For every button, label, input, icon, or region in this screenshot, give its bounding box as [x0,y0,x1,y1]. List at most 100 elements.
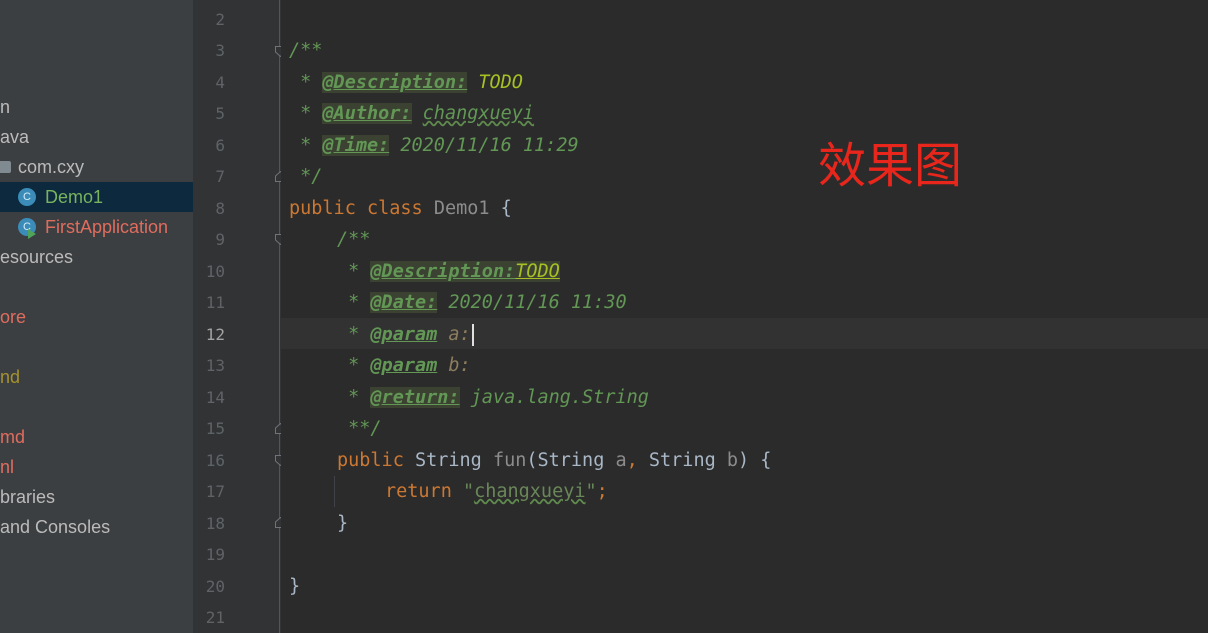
line-number-current: 12 [205,325,225,344]
tree-item-label: nl [0,457,15,477]
tree-item-label: ore [0,307,27,327]
tree-item-label: com.cxy [18,157,85,177]
keyword-public: public [289,198,356,219]
open-brace: { [489,198,512,219]
type-string: String [648,450,716,471]
tree-item-first-application[interactable]: C FirstApplication [0,212,193,242]
code-line: /** [289,35,322,66]
doc-tag-description: @Description: [370,261,516,282]
code-line: * @Description:TODO [337,256,560,287]
tree-item-label: and Consoles [0,517,111,537]
paren-open: ( [526,450,538,471]
tree-item-label: braries [0,487,56,507]
tree-item-label: ava [0,127,30,147]
annotation-label: 效果图 [818,138,963,194]
line-number: 10 [205,262,225,281]
doc-comment-open: /** [289,40,323,61]
run-badge-icon [28,229,36,239]
gutter-separator [279,0,280,633]
line-number: 9 [215,230,225,249]
tree-item-scratches[interactable]: and Consoles [0,512,193,542]
doc-star: * [337,355,371,376]
doc-param-b: b: [437,355,471,376]
string-quote: " [462,481,475,502]
code-line: * @param b: [337,350,471,381]
doc-star: * [337,324,371,345]
tree-item-label: esources [0,247,74,267]
tree-item-demo1[interactable]: C Demo1 [0,182,193,212]
doc-param-a: a: [437,324,471,345]
line-number: 7 [215,167,225,186]
line-number: 4 [215,73,225,92]
tree-item-label: Demo1 [45,187,104,207]
doc-star: * [337,261,371,282]
tree-item[interactable]: esources [0,242,193,272]
doc-date-value: 2020/11/16 11:30 [437,292,627,313]
tree-item[interactable]: md [0,422,193,452]
ide-window: n ava com.cxy C Demo1 C FirstApplication… [0,0,1208,633]
code-editor[interactable]: /** * @Description: TODO * @Author: chan… [281,0,1208,633]
doc-star: * [337,292,371,313]
string-literal: changxueyi [474,481,586,502]
tree-item-label: n [0,97,11,117]
tree-item-external-libraries[interactable]: braries [0,482,193,512]
code-line: * @Date: 2020/11/16 11:30 [337,287,627,318]
text-caret [471,324,474,346]
doc-tag-date: @Date: [370,292,438,313]
line-number: 2 [215,10,225,29]
doc-comment-open: /** [337,229,371,250]
semicolon: ; [596,481,608,502]
doc-star: * [289,72,323,93]
line-number: 20 [205,577,225,596]
close-brace: } [289,576,301,597]
code-line-method-declaration: public String fun(String a, String b) { [337,445,771,476]
tree-item-package[interactable]: com.cxy [0,152,193,182]
java-class-icon: C [18,188,36,206]
doc-star: * [337,387,371,408]
code-line: } [337,508,348,539]
line-number: 14 [205,388,225,407]
tree-item[interactable]: nd [0,362,193,392]
code-line: } [289,571,300,602]
tree-item[interactable]: nl [0,452,193,482]
indent-guide [334,476,335,507]
code-line-return: return "changxueyi"; [385,476,608,507]
keyword-return: return [385,481,452,502]
code-line: * @Author: changxueyi [289,98,534,129]
line-number: 17 [205,482,225,501]
tree-item[interactable]: ava [0,122,193,152]
code-line: **/ [337,413,381,444]
tree-item-label: nd [0,367,21,387]
code-line: * @Description: TODO [289,67,523,98]
tree-item-label: md [0,427,26,447]
line-number: 8 [215,199,225,218]
tree-item[interactable]: ore [0,302,193,332]
doc-time-value: 2020/11/16 11:29 [389,135,579,156]
code-line: /** [337,224,370,255]
doc-author-value: changxueyi [422,103,535,124]
close-brace: } [337,513,349,534]
keyword-public: public [337,450,404,471]
method-name: fun [492,450,527,471]
doc-tag-author: @Author: [322,103,412,124]
line-number: 19 [205,545,225,564]
tree-item[interactable]: n [0,92,193,122]
doc-tag-param: @param [370,355,438,376]
class-name: Demo1 [433,198,490,219]
code-line-class-declaration: public class Demo1 { [289,193,512,224]
code-line: * @return: java.lang.String [337,382,649,413]
doc-tag-return: @return: [370,387,460,408]
package-folder-icon [0,161,11,173]
line-number: 5 [215,104,225,123]
line-number: 6 [215,136,225,155]
editor-gutter[interactable]: 2 3 4 5 6 7 8 9 10 11 12 13 14 15 16 17 … [193,0,286,633]
doc-tag-description: @Description: [322,72,468,93]
param-a: a [615,450,627,471]
comma: , [626,450,649,471]
param-b: b [726,450,738,471]
code-line: */ [289,161,322,192]
line-number: 3 [215,41,225,60]
paren-close-brace: ) { [738,450,772,471]
line-number: 13 [205,356,225,375]
type-string: String [414,450,482,471]
